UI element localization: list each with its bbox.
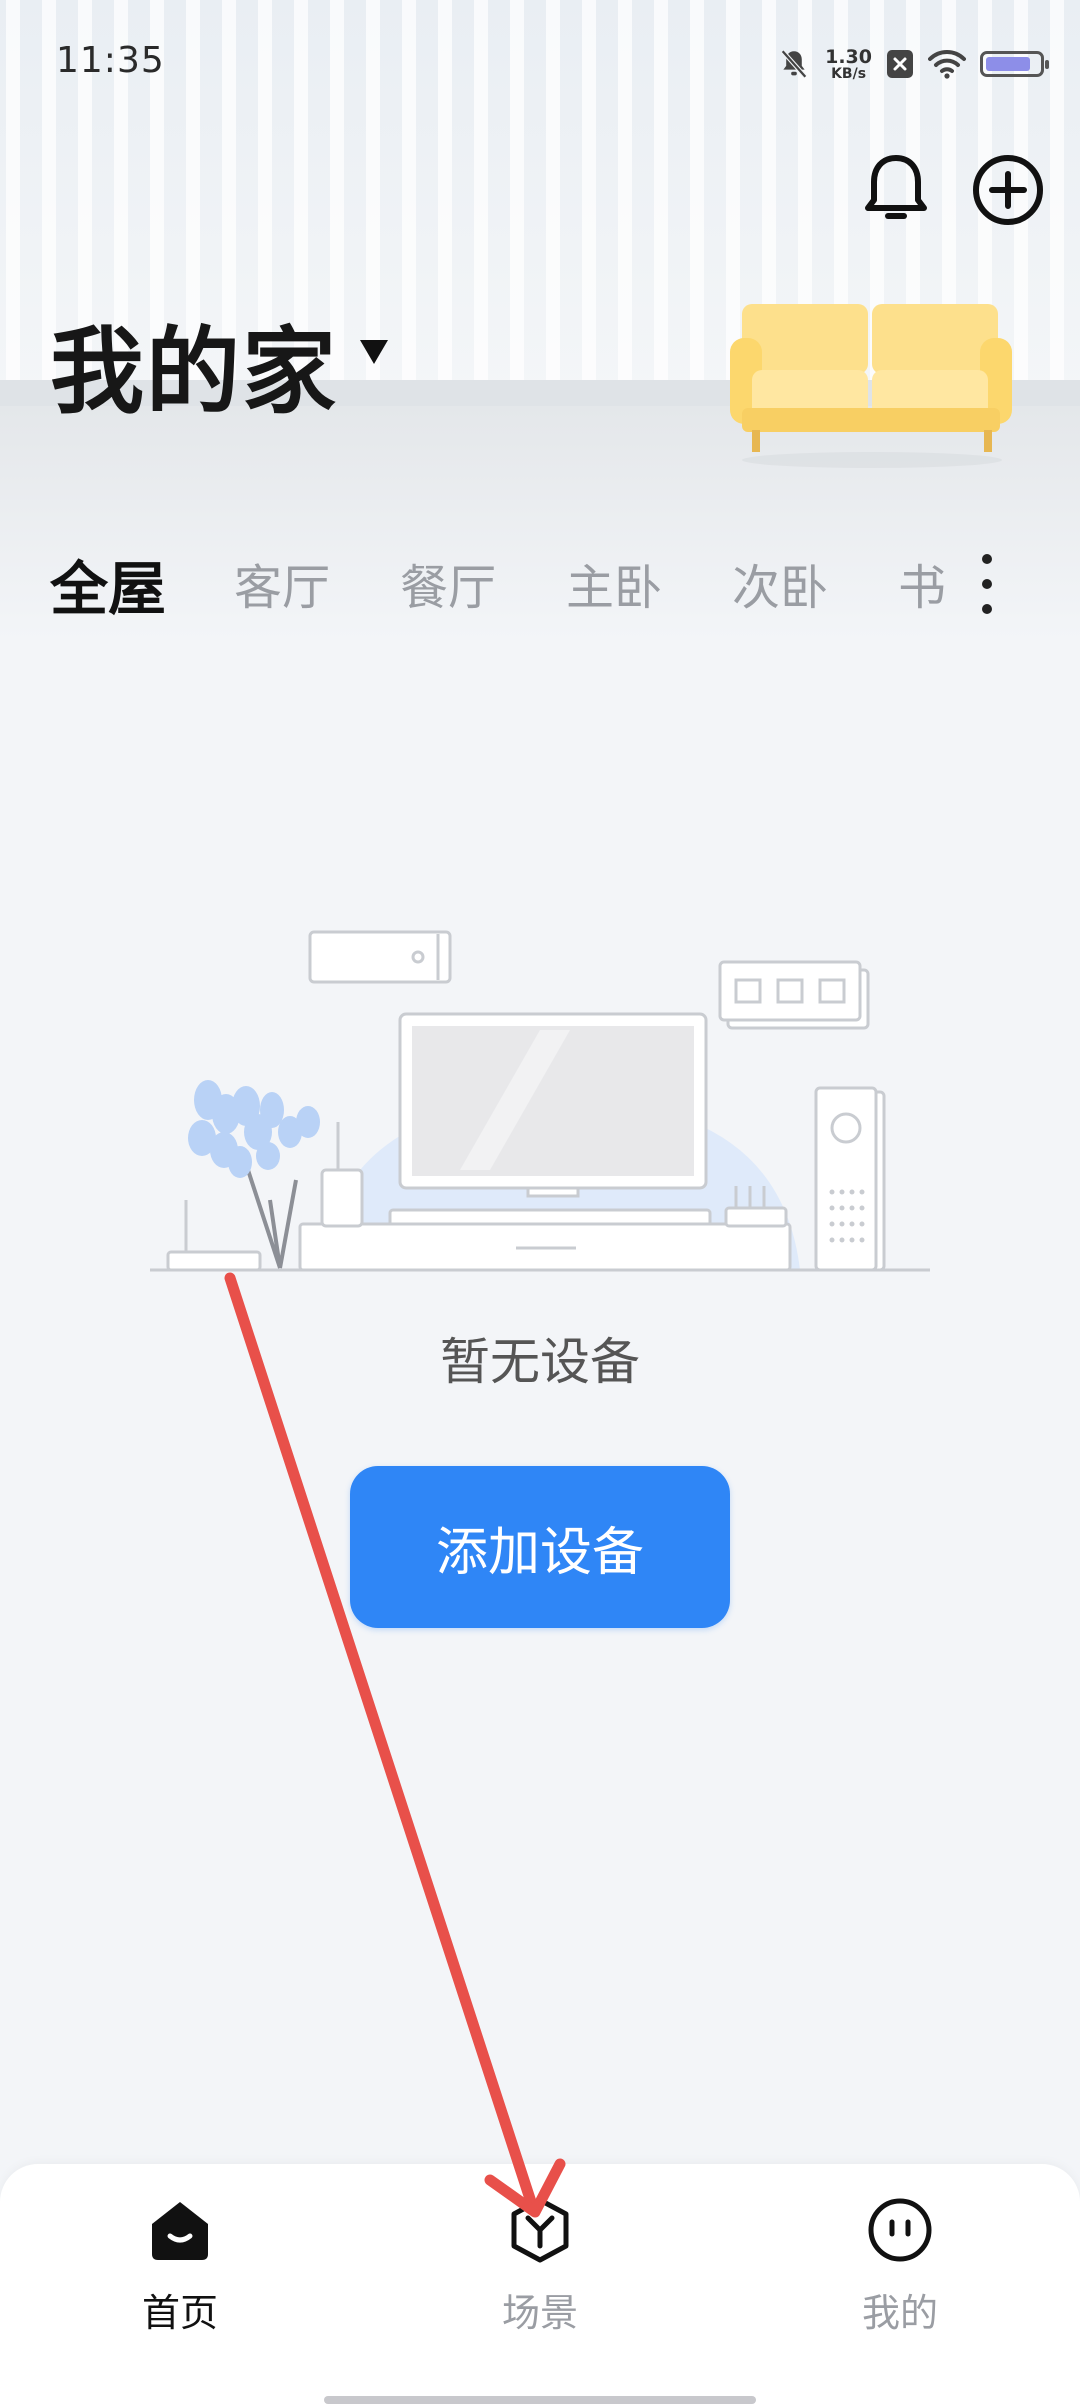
nav-scenes-label: 场景 (501, 2291, 578, 2335)
battery-level (986, 57, 1031, 71)
add-button[interactable] (968, 150, 1048, 230)
tab-living-room[interactable]: 客厅 (234, 548, 330, 618)
more-vertical-icon[interactable] (972, 554, 1002, 614)
empty-state-message: 暂无设备 (440, 1333, 640, 1391)
empty-devices-illustration (150, 930, 930, 1272)
bell-muted-icon (781, 49, 808, 79)
room-tabs: 全屋 客厅 餐厅 主卧 次卧 书 (0, 548, 1080, 628)
wifi-icon (928, 49, 966, 79)
home-indicator (324, 2396, 756, 2404)
network-speed: 1.30 KB/s (825, 45, 872, 82)
sofa-illustration (730, 304, 1012, 468)
sim-x-icon (887, 50, 913, 78)
network-speed-value: 1.30 (825, 45, 872, 68)
home-title[interactable]: 我的家 (50, 296, 338, 432)
smiley-face-icon (868, 2198, 932, 2262)
add-device-button[interactable]: 添加设备 (350, 1466, 730, 1628)
status-icons: 1.30 KB/s (777, 40, 1049, 88)
app-screen: 11:35 1.30 KB/s 我的家 全屋 客厅 餐厅 主卧 次卧 书 暂无设… (0, 0, 1080, 2408)
status-time: 11:35 (56, 40, 165, 81)
tab-study[interactable]: 书 (898, 548, 946, 618)
tab-second-bedroom[interactable]: 次卧 (732, 548, 828, 618)
tab-dining-room[interactable]: 餐厅 (400, 548, 496, 618)
annotation-arrow-shaft (224, 1272, 539, 2214)
network-speed-unit: KB/s (831, 65, 867, 82)
tab-whole-house[interactable]: 全屋 (50, 542, 166, 626)
nav-home-label: 首页 (141, 2291, 218, 2335)
nav-item-home[interactable]: 首页 (80, 2194, 280, 2344)
caret-down-icon[interactable] (360, 340, 388, 364)
nav-mine-label: 我的 (861, 2291, 938, 2335)
add-circle-icon (973, 155, 1043, 225)
nav-item-mine[interactable]: 我的 (800, 2194, 1000, 2344)
notification-button[interactable] (856, 150, 936, 230)
battery-icon (980, 51, 1049, 77)
nav-item-scenes[interactable]: 场景 (440, 2194, 640, 2344)
home-icon (152, 2202, 208, 2260)
status-bar: 11:35 1.30 KB/s (0, 0, 1080, 120)
bottom-navigation: 首页 场景 我的 (0, 2164, 1080, 2408)
tab-master-bedroom[interactable]: 主卧 (566, 548, 662, 618)
bell-icon (865, 155, 927, 219)
scene-cube-icon (511, 2197, 569, 2263)
